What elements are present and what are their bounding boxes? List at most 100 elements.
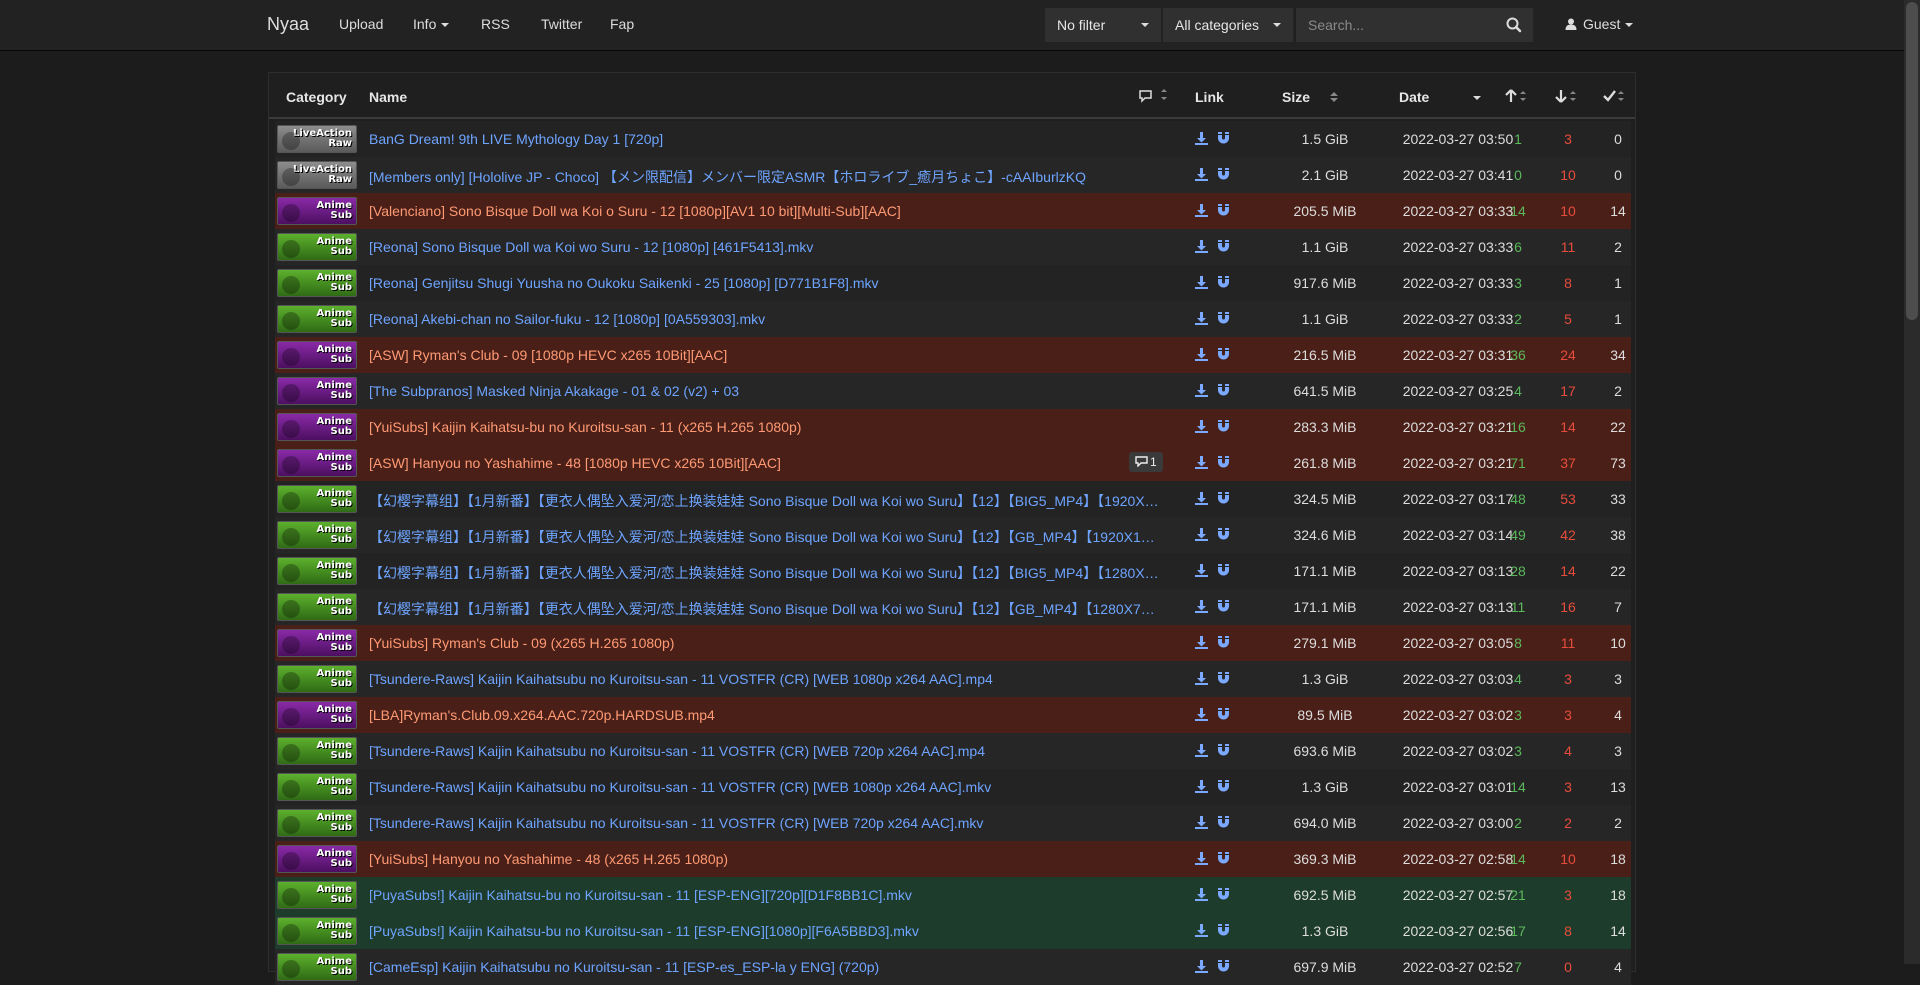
category-badge[interactable]: Anime Sub bbox=[277, 809, 357, 837]
category-badge[interactable]: LiveAction Raw bbox=[277, 161, 357, 189]
scrollbar-thumb[interactable] bbox=[1906, 2, 1918, 320]
magnet-icon[interactable] bbox=[1217, 708, 1230, 721]
torrent-name-link[interactable]: [ASW] Ryman's Club - 09 [1080p HEVC x265… bbox=[369, 347, 1159, 363]
category-badge[interactable]: Anime Sub bbox=[277, 305, 357, 333]
header-seeders[interactable] bbox=[1505, 89, 1529, 106]
torrent-name-link[interactable]: [YuiSubs] Kaijin Kaihatsu-bu no Kuroitsu… bbox=[369, 419, 1159, 435]
download-icon[interactable] bbox=[1195, 888, 1208, 901]
torrent-name-link[interactable]: [Members only] [Hololive JP - Choco] 【メン… bbox=[369, 167, 1159, 187]
magnet-icon[interactable] bbox=[1217, 888, 1230, 901]
magnet-icon[interactable] bbox=[1217, 168, 1230, 181]
user-menu[interactable]: Guest bbox=[1565, 16, 1634, 32]
download-icon[interactable] bbox=[1195, 924, 1208, 937]
torrent-name-link[interactable]: BanG Dream! 9th LIVE Mythology Day 1 [72… bbox=[369, 131, 1159, 147]
category-select[interactable]: All categories bbox=[1163, 8, 1293, 42]
category-badge[interactable]: Anime Sub bbox=[277, 269, 357, 297]
header-category[interactable]: Category bbox=[286, 89, 347, 105]
magnet-icon[interactable] bbox=[1217, 204, 1230, 217]
magnet-icon[interactable] bbox=[1217, 492, 1230, 505]
torrent-name-link[interactable]: 【幻樱字幕组】【1月新番】【更衣人偶坠入爱河/恋上换装娃娃 Sono Bisqu… bbox=[369, 527, 1159, 547]
nav-rss-link[interactable]: RSS bbox=[481, 16, 510, 32]
torrent-name-link[interactable]: [YuiSubs] Hanyou no Yashahime - 48 (x265… bbox=[369, 851, 1159, 867]
magnet-icon[interactable] bbox=[1217, 528, 1230, 541]
category-badge[interactable]: Anime Sub bbox=[277, 341, 357, 369]
download-icon[interactable] bbox=[1195, 672, 1208, 685]
category-badge[interactable]: Anime Sub bbox=[277, 629, 357, 657]
torrent-name-link[interactable]: [Reona] Sono Bisque Doll wa Koi wo Suru … bbox=[369, 239, 1159, 255]
category-badge[interactable]: Anime Sub bbox=[277, 521, 357, 549]
magnet-icon[interactable] bbox=[1217, 348, 1230, 361]
magnet-icon[interactable] bbox=[1217, 816, 1230, 829]
nav-fap-link[interactable]: Fap bbox=[610, 16, 634, 32]
magnet-icon[interactable] bbox=[1217, 852, 1230, 865]
category-badge[interactable]: Anime Sub bbox=[277, 881, 357, 909]
magnet-icon[interactable] bbox=[1217, 744, 1230, 757]
download-icon[interactable] bbox=[1195, 852, 1208, 865]
torrent-name-link[interactable]: [ASW] Hanyou no Yashahime - 48 [1080p HE… bbox=[369, 455, 1159, 471]
download-icon[interactable] bbox=[1195, 528, 1208, 541]
magnet-icon[interactable] bbox=[1217, 600, 1230, 613]
comment-count[interactable]: 1 bbox=[1129, 452, 1163, 472]
magnet-icon[interactable] bbox=[1217, 636, 1230, 649]
download-icon[interactable] bbox=[1195, 960, 1208, 973]
torrent-name-link[interactable]: [YuiSubs] Ryman's Club - 09 (x265 H.265 … bbox=[369, 635, 1159, 651]
download-icon[interactable] bbox=[1195, 384, 1208, 397]
magnet-icon[interactable] bbox=[1217, 960, 1230, 973]
download-icon[interactable] bbox=[1195, 276, 1208, 289]
magnet-icon[interactable] bbox=[1217, 672, 1230, 685]
download-icon[interactable] bbox=[1195, 240, 1208, 253]
category-badge[interactable]: Anime Sub bbox=[277, 665, 357, 693]
header-size[interactable]: Size bbox=[1282, 89, 1310, 105]
header-name[interactable]: Name bbox=[369, 89, 407, 105]
download-icon[interactable] bbox=[1195, 636, 1208, 649]
torrent-name-link[interactable]: [Tsundere-Raws] Kaijin Kaihatsubu no Kur… bbox=[369, 815, 1159, 831]
category-badge[interactable]: Anime Sub bbox=[277, 953, 357, 981]
download-icon[interactable] bbox=[1195, 420, 1208, 433]
category-badge[interactable]: Anime Sub bbox=[277, 773, 357, 801]
download-icon[interactable] bbox=[1195, 348, 1208, 361]
magnet-icon[interactable] bbox=[1217, 132, 1230, 145]
magnet-icon[interactable] bbox=[1217, 420, 1230, 433]
nav-twitter-link[interactable]: Twitter bbox=[541, 16, 582, 32]
magnet-icon[interactable] bbox=[1217, 924, 1230, 937]
torrent-name-link[interactable]: [LBA]Ryman's.Club.09.x264.AAC.720p.HARDS… bbox=[369, 707, 1159, 723]
category-badge[interactable]: Anime Sub bbox=[277, 557, 357, 585]
download-icon[interactable] bbox=[1195, 456, 1208, 469]
category-badge[interactable]: Anime Sub bbox=[277, 413, 357, 441]
category-badge[interactable]: LiveAction Raw bbox=[277, 125, 357, 153]
torrent-name-link[interactable]: 【幻樱字幕组】【1月新番】【更衣人偶坠入爱河/恋上换装娃娃 Sono Bisqu… bbox=[369, 599, 1159, 619]
torrent-name-link[interactable]: [Tsundere-Raws] Kaijin Kaihatsubu no Kur… bbox=[369, 779, 1159, 795]
download-icon[interactable] bbox=[1195, 564, 1208, 577]
download-icon[interactable] bbox=[1195, 132, 1208, 145]
torrent-name-link[interactable]: [Reona] Akebi-chan no Sailor-fuku - 12 [… bbox=[369, 311, 1159, 327]
torrent-name-link[interactable]: [Valenciano] Sono Bisque Doll wa Koi o S… bbox=[369, 203, 1159, 219]
torrent-name-link[interactable]: [The Subpranos] Masked Ninja Akakage - 0… bbox=[369, 383, 1159, 399]
category-badge[interactable]: Anime Sub bbox=[277, 197, 357, 225]
download-icon[interactable] bbox=[1195, 708, 1208, 721]
magnet-icon[interactable] bbox=[1217, 276, 1230, 289]
magnet-icon[interactable] bbox=[1217, 240, 1230, 253]
torrent-name-link[interactable]: [Reona] Genjitsu Shugi Yuusha no Oukoku … bbox=[369, 275, 1159, 291]
torrent-name-link[interactable]: 【幻樱字幕组】【1月新番】【更衣人偶坠入爱河/恋上换装娃娃 Sono Bisqu… bbox=[369, 563, 1159, 583]
category-badge[interactable]: Anime Sub bbox=[277, 701, 357, 729]
download-icon[interactable] bbox=[1195, 168, 1208, 181]
category-badge[interactable]: Anime Sub bbox=[277, 737, 357, 765]
torrent-name-link[interactable]: [CameEsp] Kaijin Kaihatsubu no Kuroitsu-… bbox=[369, 959, 1159, 975]
category-badge[interactable]: Anime Sub bbox=[277, 449, 357, 477]
category-badge[interactable]: Anime Sub bbox=[277, 917, 357, 945]
category-badge[interactable]: Anime Sub bbox=[277, 485, 357, 513]
category-badge[interactable]: Anime Sub bbox=[277, 377, 357, 405]
category-badge[interactable]: Anime Sub bbox=[277, 845, 357, 873]
header-leechers[interactable] bbox=[1555, 89, 1579, 106]
download-icon[interactable] bbox=[1195, 312, 1208, 325]
magnet-icon[interactable] bbox=[1217, 564, 1230, 577]
torrent-name-link[interactable]: 【幻樱字幕组】【1月新番】【更衣人偶坠入爱河/恋上换装娃娃 Sono Bisqu… bbox=[369, 491, 1159, 511]
torrent-name-link[interactable]: [PuyaSubs!] Kaijin Kaihatsu-bu no Kuroit… bbox=[369, 887, 1159, 903]
download-icon[interactable] bbox=[1195, 816, 1208, 829]
magnet-icon[interactable] bbox=[1217, 456, 1230, 469]
nav-upload-link[interactable]: Upload bbox=[339, 16, 383, 32]
torrent-name-link[interactable]: [Tsundere-Raws] Kaijin Kaihatsubu no Kur… bbox=[369, 743, 1159, 759]
download-icon[interactable] bbox=[1195, 780, 1208, 793]
magnet-icon[interactable] bbox=[1217, 312, 1230, 325]
download-icon[interactable] bbox=[1195, 600, 1208, 613]
